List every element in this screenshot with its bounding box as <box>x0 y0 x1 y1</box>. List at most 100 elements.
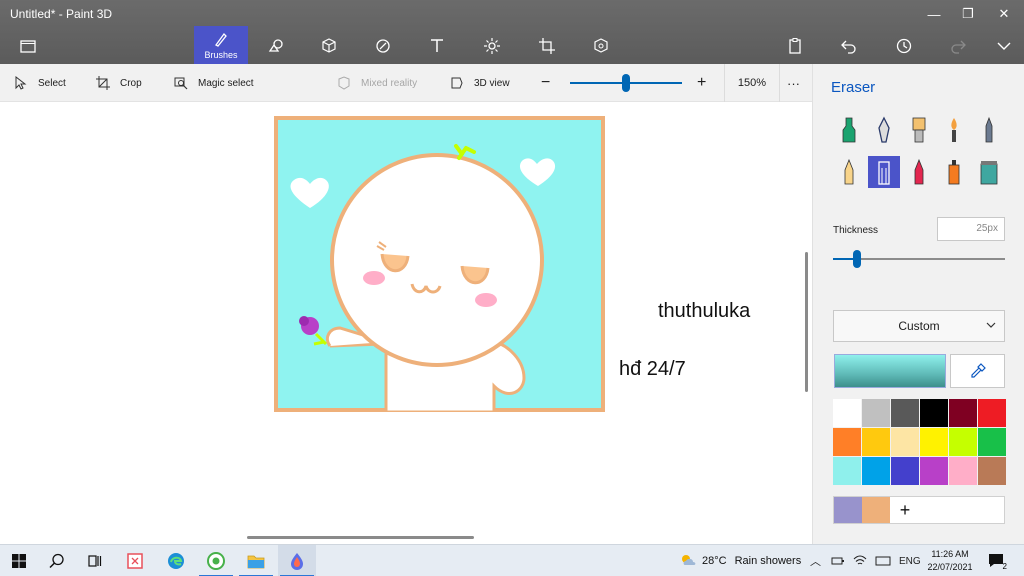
color-swatch[interactable] <box>920 399 948 427</box>
oil-brush-icon <box>912 117 926 143</box>
chevron-up-icon[interactable]: ︿ <box>810 553 821 569</box>
color-swatch[interactable] <box>891 457 919 485</box>
brushes-button[interactable]: Brushes <box>194 26 248 64</box>
blush-right <box>475 293 497 307</box>
notification-button[interactable]: 2 <box>986 551 1008 571</box>
folder-icon <box>247 555 265 569</box>
current-color-swatch[interactable] <box>834 354 946 388</box>
spray-can-tool[interactable] <box>938 156 970 188</box>
calligraphy-pen-tool[interactable] <box>868 114 900 146</box>
minus-icon: − <box>541 74 551 91</box>
canvas-icon[interactable] <box>529 28 565 64</box>
color-palette <box>833 399 1006 487</box>
effects-icon[interactable] <box>474 28 510 64</box>
color-swatch[interactable] <box>862 399 890 427</box>
2d-shapes-icon[interactable] <box>258 28 294 64</box>
battery-icon[interactable] <box>831 555 845 567</box>
crop-button[interactable]: Crop <box>96 64 142 102</box>
zoom-in-button[interactable]: + <box>697 64 706 102</box>
windows-logo-icon <box>12 554 26 568</box>
3d-shapes-icon[interactable] <box>311 28 347 64</box>
history-icon[interactable] <box>886 28 922 64</box>
color-swatch[interactable] <box>891 399 919 427</box>
close-button[interactable]: ✕ <box>986 0 1022 28</box>
search-button[interactable] <box>38 545 76 576</box>
undo-icon[interactable] <box>831 28 867 64</box>
select-button[interactable]: Select <box>14 64 66 102</box>
notification-count: 2 <box>1002 562 1007 571</box>
menu-folder-icon[interactable] <box>10 28 46 64</box>
canvas-text-status[interactable]: hđ 24/7 <box>619 358 686 381</box>
crayon-tool[interactable] <box>903 156 935 188</box>
pen-icon <box>878 116 890 143</box>
paste-icon[interactable] <box>777 28 813 64</box>
drawing-canvas[interactable] <box>274 116 605 412</box>
color-mode-dropdown[interactable]: Custom <box>833 310 1005 342</box>
zoom-percentage[interactable]: 150% <box>724 64 780 102</box>
color-swatch[interactable] <box>862 457 890 485</box>
clock[interactable]: 11:26 AM 22/07/2021 <box>918 548 982 574</box>
zoom-slider[interactable] <box>570 74 682 92</box>
color-swatch[interactable] <box>949 399 977 427</box>
3d-view-button[interactable]: 3D view <box>450 64 510 102</box>
zoom-out-button[interactable]: − <box>541 64 550 102</box>
color-swatch[interactable] <box>891 428 919 456</box>
color-swatch[interactable] <box>978 399 1006 427</box>
add-color-button[interactable]: + <box>890 497 920 523</box>
color-swatch[interactable] <box>833 428 861 456</box>
stickers-icon[interactable] <box>365 28 401 64</box>
thickness-slider-thumb[interactable] <box>853 250 862 268</box>
magic-select-label: Magic select <box>198 77 254 89</box>
canvas-area[interactable]: thuthuluka hđ 24/7 <box>0 102 812 544</box>
minimize-button[interactable]: — <box>916 0 952 28</box>
task-view-button[interactable] <box>76 545 114 576</box>
pencil-tool[interactable] <box>833 156 865 188</box>
thickness-slider[interactable] <box>833 250 1005 268</box>
weather-widget[interactable]: 28°C Rain showers <box>680 545 801 576</box>
3d-library-icon[interactable] <box>583 28 619 64</box>
color-swatch[interactable] <box>833 457 861 485</box>
watercolor-tool[interactable] <box>938 114 970 146</box>
color-swatch[interactable] <box>978 428 1006 456</box>
custom-color-swatch[interactable] <box>862 497 890 523</box>
text-icon[interactable] <box>419 28 455 64</box>
snipping-tool-app[interactable] <box>116 545 154 576</box>
oil-brush-tool[interactable] <box>903 114 935 146</box>
zoom-slider-thumb[interactable] <box>622 74 630 92</box>
start-button[interactable] <box>0 545 38 576</box>
color-swatch[interactable] <box>949 428 977 456</box>
more-options-button[interactable]: ··· <box>787 64 800 102</box>
color-swatch[interactable] <box>920 428 948 456</box>
window-title: Untitled* - Paint 3D <box>10 7 113 21</box>
color-swatch[interactable] <box>862 428 890 456</box>
keyboard-icon[interactable] <box>875 555 891 567</box>
canvas-text-name[interactable]: thuthuluka <box>658 300 750 323</box>
paint-3d-app[interactable] <box>278 545 316 576</box>
crop-icon <box>96 76 110 90</box>
wifi-icon[interactable] <box>853 555 867 567</box>
edge-app[interactable] <box>157 545 195 576</box>
expand-icon[interactable] <box>986 28 1022 64</box>
maximize-button[interactable]: ❐ <box>950 0 986 28</box>
pixel-pen-icon <box>985 116 993 143</box>
color-swatch[interactable] <box>949 457 977 485</box>
color-swatch[interactable] <box>920 457 948 485</box>
file-explorer-app[interactable] <box>237 545 275 576</box>
color-swatch[interactable] <box>978 457 1006 485</box>
crayon-icon <box>914 158 924 185</box>
color-swatch[interactable] <box>833 399 861 427</box>
vertical-scrollbar[interactable] <box>805 252 808 392</box>
horizontal-scrollbar[interactable] <box>247 536 474 539</box>
coccoc-app[interactable] <box>197 545 235 576</box>
eraser-tool[interactable] <box>868 156 900 188</box>
pixel-pen-tool[interactable] <box>973 114 1005 146</box>
eyedropper-button[interactable] <box>950 354 1005 388</box>
thickness-input[interactable]: 25px <box>937 217 1005 241</box>
fill-tool[interactable] <box>973 156 1005 188</box>
marker-tool[interactable] <box>833 114 865 146</box>
mixed-reality-button: Mixed reality <box>337 64 417 102</box>
eyedropper-icon <box>970 363 986 378</box>
custom-color-swatch[interactable] <box>834 497 862 523</box>
magic-select-button[interactable]: Magic select <box>174 64 254 102</box>
magic-select-icon <box>174 77 188 90</box>
